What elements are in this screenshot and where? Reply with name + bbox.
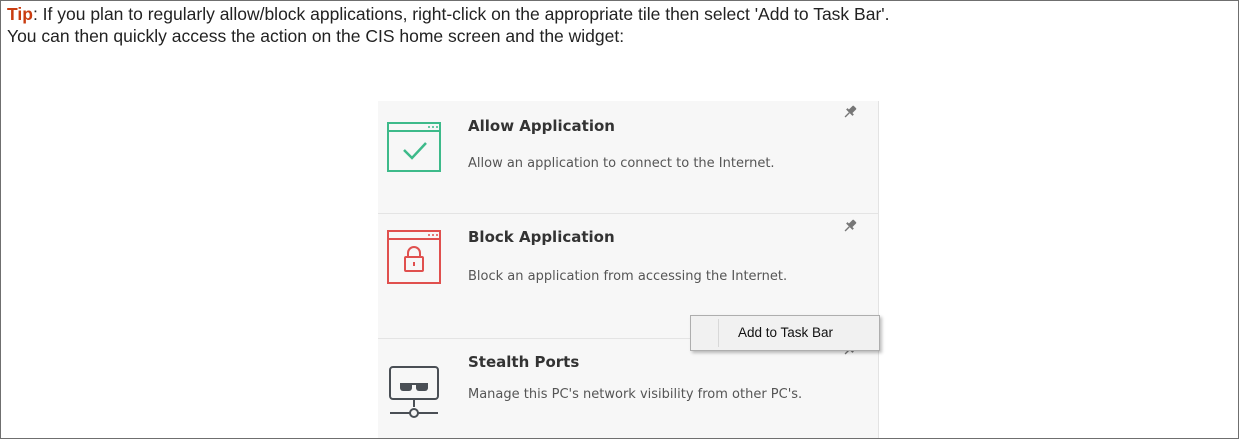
block-application-description: Block an application from accessing the … [468, 269, 788, 284]
allow-application-icon [386, 119, 442, 180]
stealth-ports-tile[interactable]: Stealth Ports Manage this PC's network v… [378, 339, 878, 438]
allow-application-description: Allow an application to connect to the I… [468, 156, 775, 171]
tip-line-2: You can then quickly access the action o… [7, 26, 625, 46]
pin-icon[interactable] [842, 218, 858, 239]
stealth-ports-description: Manage this PC's network visibility from… [468, 387, 803, 402]
context-menu: Add to Task Bar [690, 315, 880, 351]
allow-application-tile[interactable]: Allow Application Allow an application t… [378, 101, 878, 213]
block-application-title: Block Application [468, 228, 615, 246]
tip-text: Tip: If you plan to regularly allow/bloc… [7, 3, 1233, 47]
pin-icon[interactable] [842, 104, 858, 125]
task-tiles-panel: Allow Application Allow an application t… [378, 101, 879, 438]
tip-label: Tip [7, 4, 33, 24]
allow-application-title: Allow Application [468, 117, 615, 135]
add-to-task-bar-label: Add to Task Bar [738, 325, 834, 340]
stealth-ports-title: Stealth Ports [468, 353, 580, 371]
stealth-ports-icon [386, 363, 442, 428]
tip-box: Tip: If you plan to regularly allow/bloc… [0, 0, 1239, 439]
add-to-task-bar-menu-item[interactable]: Add to Task Bar [691, 316, 879, 350]
block-application-icon [386, 227, 442, 292]
tip-line-1: : If you plan to regularly allow/block a… [32, 4, 890, 24]
